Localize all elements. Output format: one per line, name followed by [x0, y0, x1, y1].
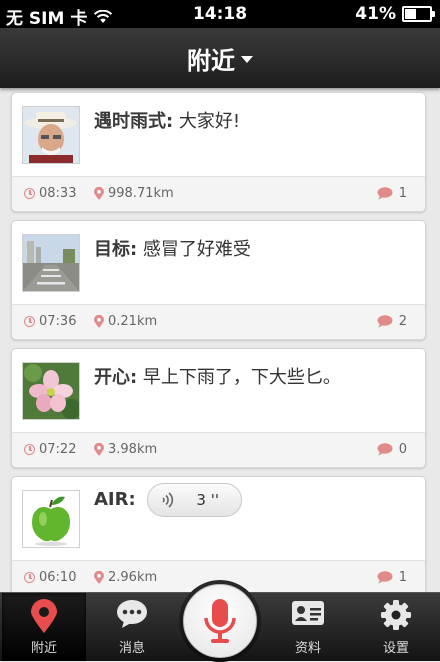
street-photo-thumbnail[interactable]	[22, 234, 80, 292]
post-distance-value: 0.21km	[108, 314, 158, 329]
profile-card-icon	[292, 601, 324, 625]
post-time-value: 08:33	[39, 186, 77, 201]
post-time-value: 06:10	[39, 570, 77, 585]
tab-messages[interactable]: 消息	[92, 593, 172, 661]
comment-bubble-icon	[377, 571, 393, 584]
post-time: 08:33	[24, 186, 76, 201]
caret-down-icon	[241, 56, 253, 63]
message-content: 早上下雨了，下大些匕。	[137, 367, 341, 388]
clock-icon	[24, 444, 35, 455]
chat-bubble-icon	[117, 600, 147, 628]
battery-percent: 41%	[355, 4, 396, 24]
clock-icon	[24, 316, 35, 327]
flower-photo-thumbnail[interactable]	[22, 362, 80, 420]
tab-label: 资料	[294, 641, 321, 656]
comment-bubble-icon	[377, 443, 393, 456]
tab-label: 消息	[118, 641, 145, 656]
card-footer: 08:33 998.71km 1	[12, 176, 425, 211]
status-right: 41%	[355, 4, 435, 24]
post-time-value: 07:22	[39, 442, 77, 457]
card-body: 遇时雨式: 大家好!	[12, 93, 425, 177]
location-pin-icon	[94, 187, 104, 200]
nav-title: 附近	[187, 46, 235, 75]
battery-fill	[405, 9, 416, 19]
card-body: 开心: 早上下雨了，下大些匕。	[12, 349, 425, 433]
nearby-feed[interactable]: 遇时雨式: 大家好! 08:33 998.71km 1 目标: 感冒了好难受 0…	[0, 88, 440, 592]
status-bar: 无 SIM 卡 14:18 41%	[0, 0, 440, 29]
street-photo-image	[23, 235, 79, 291]
flower-photo-image	[23, 363, 79, 419]
message-content: 感冒了好难受	[137, 239, 251, 260]
sender-name: 遇时雨式:	[94, 111, 174, 132]
comment-count[interactable]: 1	[377, 570, 407, 585]
location-pin-icon	[94, 443, 104, 456]
sender-name: 开心:	[94, 367, 138, 388]
message-text: AIR: 3 ''	[94, 483, 242, 517]
feed-card[interactable]: AIR: 3 '' 06:10 2.96km 1	[11, 476, 426, 592]
location-pin-icon	[94, 315, 104, 328]
message-text: 遇时雨式: 大家好!	[94, 107, 240, 133]
tab-label: 设置	[382, 641, 409, 656]
post-distance: 998.71km	[94, 186, 174, 201]
comment-count-value: 2	[398, 314, 407, 329]
tab-nearby[interactable]: 附近	[2, 593, 86, 661]
post-time: 07:36	[24, 314, 76, 329]
tab-bar: 附近 消息 资料 设置	[0, 580, 440, 662]
sender-name: 目标:	[94, 239, 138, 260]
post-distance-value: 998.71km	[108, 186, 174, 201]
post-time: 06:10	[24, 570, 76, 585]
comment-bubble-icon	[377, 315, 393, 328]
gear-icon	[381, 600, 411, 630]
tab-label: 附近	[30, 641, 57, 656]
post-distance-value: 2.96km	[108, 570, 158, 585]
location-filter-dropdown[interactable]: 附近	[187, 41, 253, 76]
comment-count-value: 0	[398, 442, 407, 457]
tab-settings[interactable]: 设置	[356, 593, 436, 661]
card-body: AIR: 3 ''	[12, 477, 425, 561]
message-content: 大家好!	[173, 111, 241, 132]
post-time: 07:22	[24, 442, 76, 457]
green-apple-thumbnail[interactable]	[22, 490, 80, 548]
battery-icon	[402, 6, 435, 22]
message-text: 开心: 早上下雨了，下大些匕。	[94, 363, 341, 389]
comment-count[interactable]: 0	[377, 442, 407, 457]
post-distance-value: 3.98km	[108, 442, 158, 457]
card-footer: 07:22 3.98km 0	[12, 432, 425, 467]
location-pin-icon	[31, 599, 57, 633]
voice-duration: 3 ''	[196, 491, 219, 509]
card-footer: 07:36 0.21km 2	[12, 304, 425, 339]
voice-message-button[interactable]: 3 ''	[147, 483, 242, 517]
post-distance: 3.98km	[94, 442, 157, 457]
comment-count[interactable]: 1	[377, 186, 407, 201]
location-pin-icon	[94, 571, 104, 584]
tab-profile[interactable]: 资料	[268, 593, 348, 661]
message-text: 目标: 感冒了好难受	[94, 235, 251, 261]
nav-bar: 附近	[0, 28, 440, 88]
post-distance: 2.96km	[94, 570, 157, 585]
feed-card[interactable]: 遇时雨式: 大家好! 08:33 998.71km 1	[11, 92, 426, 212]
feed-card[interactable]: 目标: 感冒了好难受 07:36 0.21km 2	[11, 220, 426, 340]
sender-name: AIR:	[94, 489, 136, 510]
card-body: 目标: 感冒了好难受	[12, 221, 425, 305]
clock-icon	[24, 572, 35, 583]
avatar-man-with-hat-image	[23, 107, 79, 163]
comment-count[interactable]: 2	[377, 314, 407, 329]
post-distance: 0.21km	[94, 314, 157, 329]
record-voice-button[interactable]	[179, 580, 261, 662]
clock-icon	[24, 188, 35, 199]
comment-bubble-icon	[377, 187, 393, 200]
avatar-man-with-hat-thumbnail[interactable]	[22, 106, 80, 164]
sound-wave-icon	[162, 492, 174, 508]
microphone-icon	[204, 599, 236, 643]
comment-count-value: 1	[398, 570, 407, 585]
record-voice-ring	[183, 584, 257, 658]
comment-count-value: 1	[398, 186, 407, 201]
post-time-value: 07:36	[39, 314, 77, 329]
feed-card[interactable]: 开心: 早上下雨了，下大些匕。 07:22 3.98km 0	[11, 348, 426, 468]
green-apple-image	[23, 491, 79, 547]
